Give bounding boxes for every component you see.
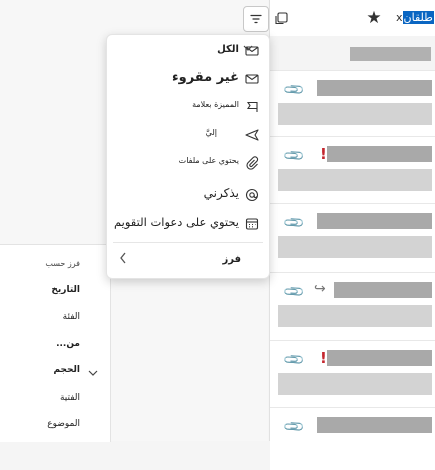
paperclip-icon: 📎 xyxy=(282,144,307,168)
filter-item-all[interactable]: الكل xyxy=(107,39,269,65)
filter-item-flagged[interactable]: المميزة بعلامة xyxy=(107,95,269,121)
filter-button[interactable] xyxy=(243,6,269,32)
message-row[interactable]: 📎 ! xyxy=(270,340,435,403)
paperclip-icon: 📎 xyxy=(282,78,307,102)
star-icon[interactable]: ★ xyxy=(365,8,383,28)
filter-item-label: المميزة بعلامة xyxy=(192,100,239,109)
send-icon xyxy=(245,129,259,141)
message-preview-placeholder xyxy=(278,305,432,327)
filter-item-calendar-invites[interactable]: يحتوي على دعوات التقويم xyxy=(107,212,269,238)
important-flag-icon: ! xyxy=(320,145,327,163)
sort-option-category[interactable]: الفئة xyxy=(63,312,80,322)
message-preview-placeholder xyxy=(278,373,432,395)
message-row[interactable]: 📎 xyxy=(270,203,435,266)
chevron-down-icon xyxy=(243,44,253,55)
sort-option-date[interactable]: التاريخ xyxy=(51,285,80,295)
message-preview-placeholder xyxy=(278,103,432,125)
sender-column-letter: x xyxy=(396,11,403,24)
filter-menu: الكل غير مقروء المميزة بعلامة إليَّ يحتو… xyxy=(106,34,270,279)
sort-option-from-label: من xyxy=(66,339,80,349)
sort-options-pane: فرز حسب التاريخ الفئة من... الحجم الفتية… xyxy=(0,244,111,442)
filter-item-label: يذكرني xyxy=(203,186,239,200)
message-sender-placeholder xyxy=(317,213,432,229)
message-row[interactable]: 📎 xyxy=(270,407,435,470)
filter-icon xyxy=(250,14,262,24)
chevron-left-icon xyxy=(119,252,127,268)
sender-column-highlight: طلقان xyxy=(402,11,434,24)
message-row[interactable]: 📎 ↪ xyxy=(270,272,435,335)
sort-option-subject[interactable]: الموضوع xyxy=(47,419,80,429)
forward-icon: ↪ xyxy=(314,281,326,297)
mention-icon xyxy=(245,188,259,202)
sort-by-title: فرز حسب xyxy=(45,259,80,268)
menu-sort-item[interactable]: فرز xyxy=(107,248,269,274)
important-flag-icon: ! xyxy=(320,349,327,367)
sender-column-header[interactable]: xطلقان xyxy=(396,11,434,24)
chevron-down-icon xyxy=(88,367,98,380)
message-preview-placeholder xyxy=(278,169,432,191)
filter-item-label: يحتوي على دعوات التقويم xyxy=(114,215,239,229)
message-list-header: ★ xطلقان xyxy=(270,0,435,37)
flag-icon xyxy=(246,101,258,112)
message-list: ★ xطلقان 📎 📎 ! 📎 📎 ↪ 📎 ! 📎 xyxy=(269,0,435,470)
message-row[interactable]: 📎 xyxy=(270,70,435,133)
paperclip-icon xyxy=(246,156,259,170)
message-sender-placeholder xyxy=(327,350,432,366)
message-preview-placeholder xyxy=(278,236,432,258)
paperclip-icon: 📎 xyxy=(282,211,307,235)
filter-item-to-me[interactable]: إليَّ xyxy=(107,123,269,149)
paperclip-icon: 📎 xyxy=(282,280,307,304)
sort-option-size[interactable]: الحجم xyxy=(54,365,81,375)
menu-divider xyxy=(113,242,263,243)
envelope-icon xyxy=(245,74,259,84)
sort-option-importance[interactable]: الفتية xyxy=(60,393,80,403)
filter-item-label: يحتوي على ملفات xyxy=(178,156,239,165)
message-sender-placeholder xyxy=(317,417,432,433)
filter-item-mentions-me[interactable]: يذكرني xyxy=(107,183,269,209)
filter-item-has-files[interactable]: يحتوي على ملفات xyxy=(107,151,269,177)
sort-option-from[interactable]: من... xyxy=(56,339,80,349)
calendar-icon xyxy=(245,218,259,230)
filter-item-label: الكل xyxy=(217,44,239,55)
message-sender-placeholder xyxy=(334,282,432,298)
message-sender-placeholder xyxy=(317,80,432,96)
filter-item-label: غير مقروء xyxy=(171,70,239,85)
filter-item-label: إليَّ xyxy=(205,128,217,137)
paperclip-icon: 📎 xyxy=(282,348,307,372)
message-row[interactable]: 📎 ! xyxy=(270,136,435,199)
paperclip-icon: 📎 xyxy=(282,415,307,439)
filter-item-unread[interactable]: غير مقروء xyxy=(107,67,269,93)
message-group-header xyxy=(270,36,435,70)
group-header-placeholder xyxy=(350,47,431,61)
select-all-icon[interactable] xyxy=(272,9,290,27)
message-sender-placeholder xyxy=(327,146,432,162)
menu-sort-label: فرز xyxy=(222,254,241,265)
sort-option-from-ellipsis: ... xyxy=(56,339,67,349)
